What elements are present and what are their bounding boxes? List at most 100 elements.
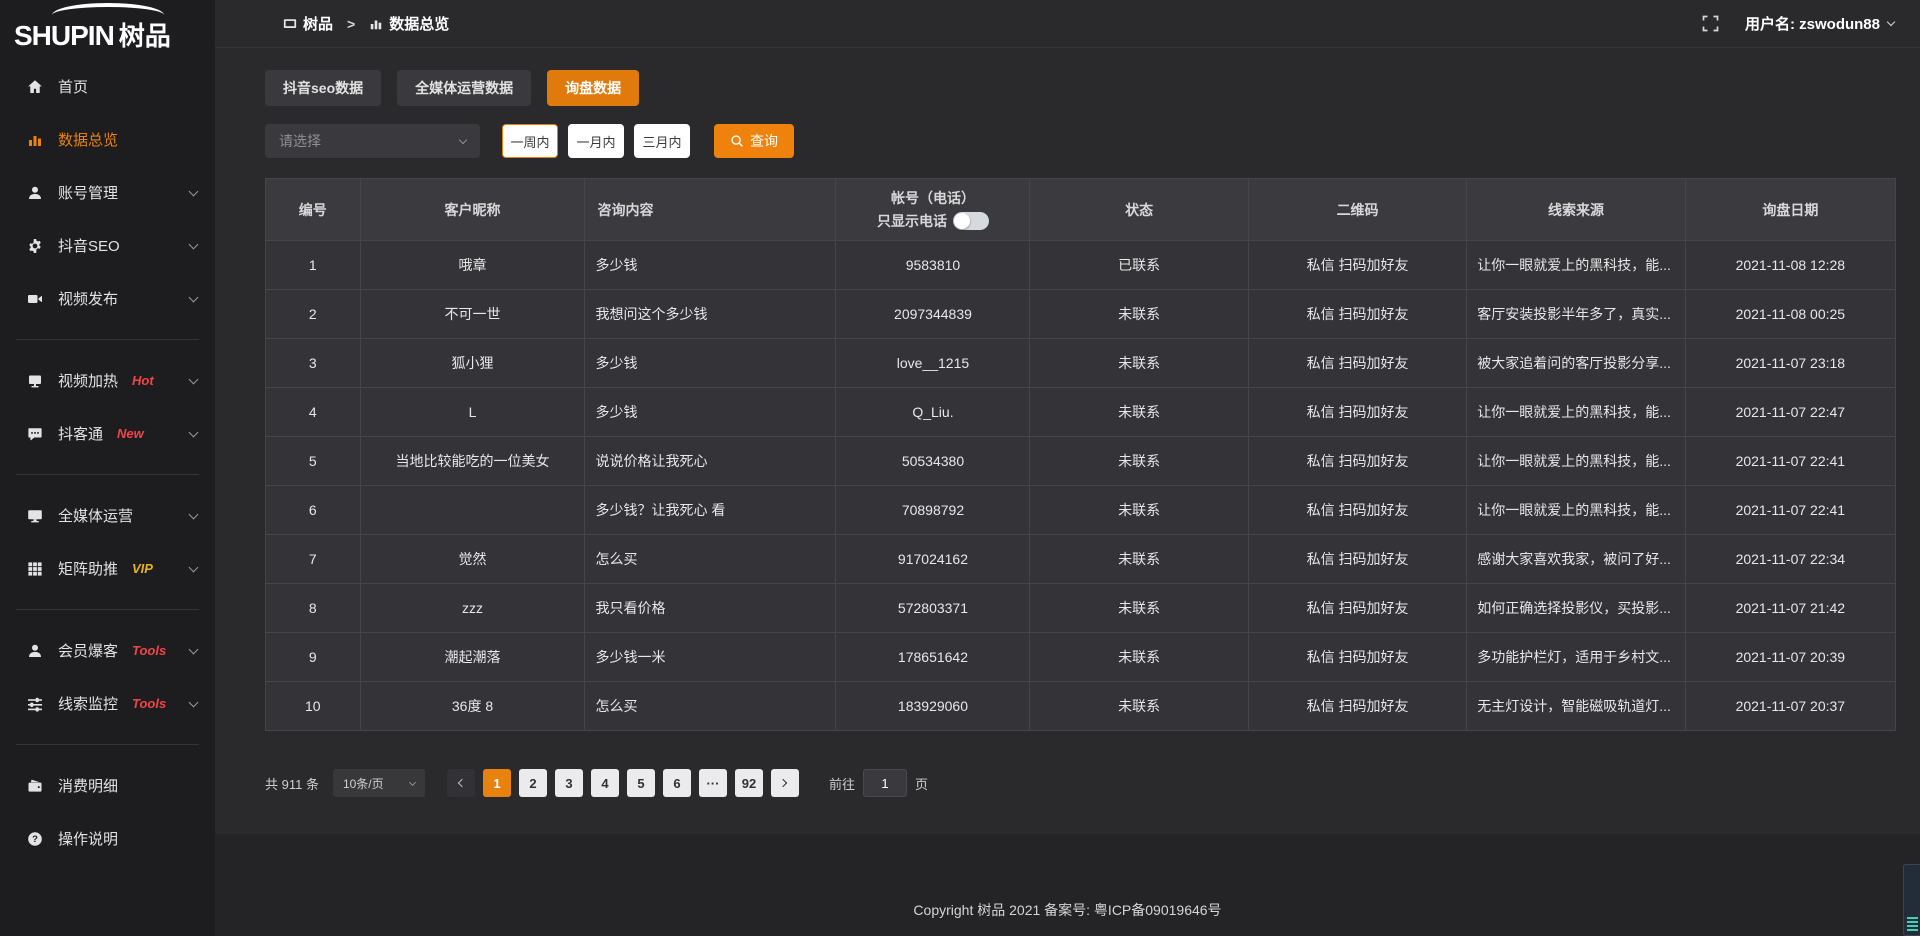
cell-account: love__1215 (836, 339, 1030, 388)
sidebar-item-media-operation[interactable]: 全媒体运营 (0, 489, 215, 542)
cell-qr-link[interactable]: 私信 扫码加好友 (1248, 633, 1466, 682)
sidebar-item-label: 视频发布 (58, 288, 118, 309)
cell-qr-link[interactable]: 私信 扫码加好友 (1248, 388, 1466, 437)
cell-source-link[interactable]: 多功能护栏灯，适用于乡村文... (1467, 633, 1685, 682)
cell-status: 未联系 (1030, 290, 1248, 339)
cell-source-link[interactable]: 如何正确选择投影仪，买投影... (1467, 584, 1685, 633)
phone-only-toggle[interactable] (953, 212, 989, 230)
user-dropdown[interactable]: 用户名: zswodun88 (1745, 13, 1894, 34)
cell-status: 未联系 (1030, 633, 1248, 682)
page-button-1[interactable]: 1 (483, 769, 511, 797)
cell-qr-link[interactable]: 私信 扫码加好友 (1248, 486, 1466, 535)
sidebar-item-douyin-seo[interactable]: 抖音SEO (0, 219, 215, 272)
cell-account: 917024162 (836, 535, 1030, 584)
member-icon (26, 642, 43, 659)
range-buttons: 一周内一月内三月内 (480, 124, 690, 158)
sidebar-item-matrix-boost[interactable]: 矩阵助推VIP (0, 542, 215, 595)
tab-1[interactable]: 全媒体运营数据 (397, 70, 531, 106)
cell-id: 5 (266, 437, 361, 486)
sidebar-item-consume-detail[interactable]: 消费明细 (0, 759, 215, 812)
cell-nickname: 哦章 (360, 241, 585, 290)
cell-id: 10 (266, 682, 361, 731)
cell-status: 未联系 (1030, 486, 1248, 535)
cell-source-link[interactable]: 让你一眼就爱上的黑科技，能... (1467, 437, 1685, 486)
cell-source-link[interactable]: 客厅安装投影半年多了，真实... (1467, 290, 1685, 339)
sidebar-item-account-manage[interactable]: 账号管理 (0, 166, 215, 219)
page-button-3[interactable]: 3 (555, 769, 583, 797)
cell-source-link[interactable]: 感谢大家喜欢我家，被问了好... (1467, 535, 1685, 584)
cell-date: 2021-11-07 22:47 (1685, 388, 1895, 437)
chevron-down-icon (189, 697, 199, 707)
cell-account: 70898792 (836, 486, 1030, 535)
breadcrumb-item-home[interactable]: 树品 (303, 13, 333, 34)
page-button-5[interactable]: 5 (627, 769, 655, 797)
cell-content: 怎么买 (585, 682, 836, 731)
cell-qr-link[interactable]: 私信 扫码加好友 (1248, 682, 1466, 731)
select-placeholder: 请选择 (279, 131, 321, 151)
cell-account: 2097344839 (836, 290, 1030, 339)
cell-content: 我只看价格 (585, 584, 836, 633)
fullscreen-icon[interactable] (1702, 15, 1719, 32)
cell-qr-link[interactable]: 私信 扫码加好友 (1248, 437, 1466, 486)
range-button-2[interactable]: 三月内 (634, 124, 690, 158)
tab-2[interactable]: 询盘数据 (547, 70, 639, 106)
toggle-knob (954, 213, 970, 229)
goto-page-input[interactable] (863, 769, 907, 797)
sidebar-item-label: 操作说明 (58, 828, 118, 849)
page-button-4[interactable]: 4 (591, 769, 619, 797)
cell-status: 未联系 (1030, 437, 1248, 486)
brand-logo: SHUPIN 树品 (0, 0, 215, 52)
sidebar-item-member-baoke[interactable]: 会员爆客Tools (0, 624, 215, 677)
prev-page-button[interactable] (447, 769, 475, 797)
page-button-92[interactable]: 92 (735, 769, 763, 797)
page-size-select[interactable]: 10条/页 (333, 769, 425, 797)
header-nickname: 客户昵称 (360, 179, 585, 241)
cell-source-link[interactable]: 让你一眼就爱上的黑科技，能... (1467, 241, 1685, 290)
sidebar-item-clue-monitor[interactable]: 线索监控Tools (0, 677, 215, 730)
next-page-button[interactable] (771, 769, 799, 797)
pagination: 共 911 条 10条/页 123456 ··· 92 前往 页 (265, 769, 1896, 797)
inquiry-table: 编号 客户昵称 咨询内容 帐号（电话） 只显示电话 (265, 178, 1896, 731)
cell-nickname: zzz (360, 584, 585, 633)
cell-source-link[interactable]: 让你一眼就爱上的黑科技，能... (1467, 486, 1685, 535)
cell-qr-link[interactable]: 私信 扫码加好友 (1248, 241, 1466, 290)
range-button-1[interactable]: 一月内 (568, 124, 624, 158)
pagination-total: 共 911 条 (265, 774, 319, 793)
sidebar-item-operation-guide[interactable]: ?操作说明 (0, 812, 215, 865)
sidebar-item-label: 账号管理 (58, 182, 118, 203)
floating-widget[interactable] (1903, 864, 1920, 936)
goto-page: 前往 页 (829, 769, 928, 797)
header-status: 状态 (1030, 179, 1248, 241)
search-button[interactable]: 查询 (714, 124, 794, 158)
page-ellipsis-button[interactable]: ··· (699, 769, 727, 797)
sidebar-divider (16, 744, 199, 745)
cell-qr-link[interactable]: 私信 扫码加好友 (1248, 535, 1466, 584)
cell-source-link[interactable]: 被大家追着问的客厅投影分享... (1467, 339, 1685, 388)
sidebar-item-video-heat[interactable]: 视频加热Hot (0, 354, 215, 407)
page-button-2[interactable]: 2 (519, 769, 547, 797)
tab-0[interactable]: 抖音seo数据 (265, 70, 381, 106)
sidebar: SHUPIN 树品 首页数据总览账号管理抖音SEO 视频发布视频加热Hot抖客通N… (0, 0, 215, 936)
sidebar-item-label: 首页 (58, 76, 88, 97)
chevron-down-icon (189, 239, 199, 249)
cell-source-link[interactable]: 无主灯设计，智能磁吸轨道灯... (1467, 682, 1685, 731)
sidebar-item-data-overview[interactable]: 数据总览 (0, 113, 215, 166)
page-button-6[interactable]: 6 (663, 769, 691, 797)
goto-suffix: 页 (915, 774, 928, 793)
cell-content: 多少钱 (585, 388, 836, 437)
cell-source-link[interactable]: 让你一眼就爱上的黑科技，能... (1467, 388, 1685, 437)
header-account-label: 帐号（电话） (891, 187, 975, 209)
cell-nickname: L (360, 388, 585, 437)
sidebar-item-badge: Tools (132, 696, 166, 711)
sidebar-item-douketong[interactable]: 抖客通New (0, 407, 215, 460)
cell-qr-link[interactable]: 私信 扫码加好友 (1248, 339, 1466, 388)
sidebar-item-video-publish[interactable]: 视频发布 (0, 272, 215, 325)
cell-qr-link[interactable]: 私信 扫码加好友 (1248, 290, 1466, 339)
sidebar-item-home[interactable]: 首页 (0, 60, 215, 113)
cell-qr-link[interactable]: 私信 扫码加好友 (1248, 584, 1466, 633)
range-button-0[interactable]: 一周内 (502, 124, 558, 158)
sidebar-item-label: 数据总览 (58, 129, 118, 150)
cell-content: 多少钱一米 (585, 633, 836, 682)
account-select[interactable]: 请选择 (265, 124, 480, 158)
content: 抖音seo数据全媒体运营数据询盘数据 请选择 一周内一月内三月内 查询 (215, 48, 1920, 834)
